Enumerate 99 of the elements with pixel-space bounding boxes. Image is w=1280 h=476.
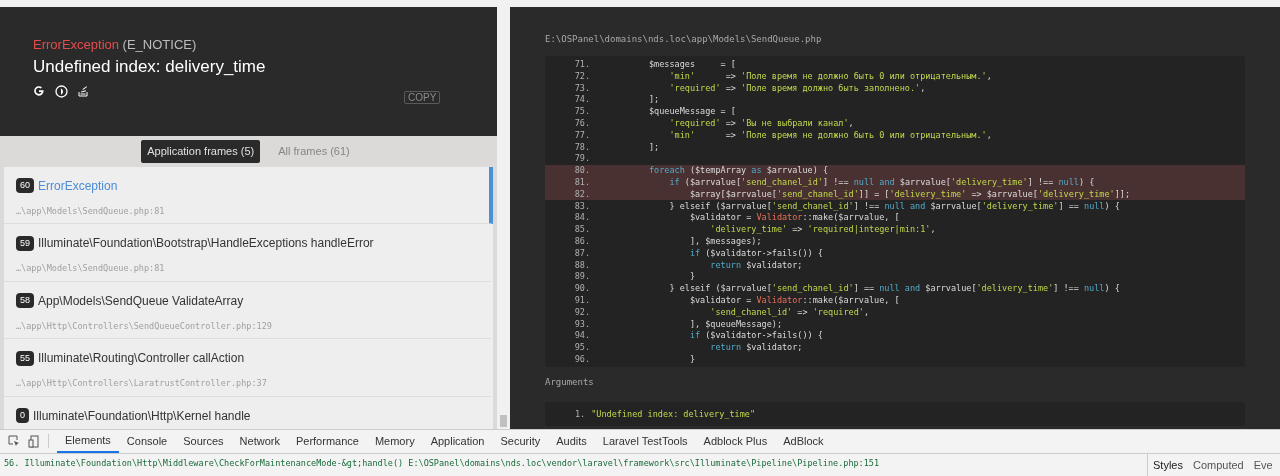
line-number: 93. [573,317,590,331]
frame-name: Illuminate\Foundation\Http\Kernel handle [33,407,251,425]
code-line: if ($arrvalue['send_chanel_id'] !== null and $arrvalue['delivery_time'] !== null) { [668,175,1095,189]
line-number: 88. [573,258,590,272]
code-line: if ($validator->fails()) { [688,246,823,260]
code-line: ]; [647,93,660,107]
code-line: 'min' => 'Поле время не должно быть 0 или отрицательным.', [668,69,992,83]
frame-file: …\app\Http\Controllers\LaratrustController.php:37 [16,377,268,391]
line-number: 85. [573,223,590,236]
devtools-tab[interactable]: Network [231,429,288,454]
devtools-tab[interactable]: Memory [366,429,423,454]
line-number: 72. [573,69,590,83]
line-number: 89. [573,270,590,284]
exception-class: ErrorException [33,36,119,52]
frame-number-badge: 60 [16,178,34,194]
line-number: 73. [573,81,590,95]
devtools-tab[interactable]: Elements [57,429,119,454]
line-number: 92. [573,305,590,319]
devtools-tab[interactable]: Performance [287,429,367,454]
exception-message: Undefined index: delivery_time [33,55,267,78]
devtools-tab[interactable]: Console [118,429,176,454]
code-line: $array[$arrvalue['send_chanel_id']] = ['delivery_time' => $arrvalue['delivery_time']]; [688,187,1131,201]
line-number: 80. [573,164,590,177]
devtools-tab[interactable]: Laravel TestTools [594,429,696,454]
devtools-tab[interactable]: Application [422,429,493,454]
scrollbar[interactable] [500,414,507,427]
line-number: 77. [573,128,590,142]
stack-icon[interactable] [78,85,89,98]
styles-pane-tab[interactable]: Styles [1148,456,1188,474]
code-line: $messages = [ [647,58,736,71]
code-line: 'min' => 'Поле время не должно быть 0 или отрицательным.', [668,128,992,142]
line-number: 78. [573,140,590,154]
frame-number-badge: 59 [16,235,34,251]
code-line: } elseif ($arrvalue['send_chanel_id'] == null and $arrvalue['delivery_time'] !== null) { [668,282,1120,295]
code-line: } [688,352,695,366]
frame-file: …\app\Models\SendQueue.php:81 [16,262,166,276]
stack-frame[interactable]: 55 Illuminate\Routing\Controller callAction …\app\Http\Controllers\LaratrustController.php:37 [4,339,493,397]
code-line: } [688,270,695,284]
code-line: if ($validator->fails()) { [688,329,823,343]
code-line: } elseif ($arrvalue['send_chanel_id'] !== null and $arrvalue['delivery_time'] == null) { [668,199,1120,213]
line-number: 76. [573,116,590,130]
code-line: 'required' => 'Вы не выбрали канал', [668,116,854,130]
frame-file: …\app\Http\Controllers\SendQueueController.php:129 [16,319,273,333]
styles-pane-tab[interactable]: Eve [1248,456,1278,474]
frame-name: ErrorException [38,177,118,195]
code-line: $queueMessage = [ [647,105,736,118]
code-line: $validator = Validator::make($arrvalue, [ [688,293,900,307]
device-icon[interactable] [28,434,40,448]
stack-frame[interactable]: 60 ErrorException …\app\Models\SendQueue.php:81 [4,166,493,225]
code-line: 'required' => 'Поле время должно быть заполнено.', [668,81,926,95]
code-line: 'delivery_time' => 'required|integer|min:1', [709,223,936,236]
line-number: 83. [573,199,590,213]
line-number: 75. [573,105,590,118]
line-number: 79. [573,152,590,166]
stack-frame[interactable]: 59 Illuminate\Foundation\Bootstrap\HandleExceptions handleError …\app\Models\SendQueue.php:81 [4,224,493,282]
devtools-tab[interactable]: Sources [175,429,232,454]
frame-number-badge: 58 [16,293,34,309]
console-line: 56. Illuminate\Foundation\Http\Middleware\CheckForMaintenanceMode-&gt;handle() E:\OSPanel\domains\nds.loc\vendor\laravel\framework\src\Illuminate\Pipeline\Pipeline.php:151 [3,457,881,471]
devtools-tab[interactable]: AdBlock [775,429,832,454]
frame-name: Illuminate\Foundation\Bootstrap\HandleExceptions handleError [38,235,374,253]
line-number: 94. [573,329,590,343]
code-line: ], $queueMessage); [688,317,782,331]
google-icon[interactable] [33,85,45,98]
frame-number-badge: 0 [16,408,29,424]
line-number: 84. [573,211,590,225]
line-number: 90. [573,282,590,295]
code-line: return $validator; [709,258,803,272]
arguments-title: Arguments [545,376,595,390]
line-number: 95. [573,341,590,354]
line-number: 82. [573,187,590,201]
code-line: ], $messages); [688,234,762,248]
stack-frame[interactable]: 58 App\Models\SendQueue ValidateArray …\app\Http\Controllers\SendQueueController.php:129 [4,281,493,340]
line-number: 96. [573,352,590,366]
code-line: ]; [647,140,660,154]
code-line: return $validator; [709,341,803,354]
code-line: 'send_chanel_id' => 'required', [709,305,870,319]
code-line: foreach ($tempArray as $arrvalue) { [647,164,829,177]
argument-value: "Undefined index: delivery_time" [591,407,755,421]
frame-name: App\Models\SendQueue ValidateArray [38,292,244,310]
inspect-icon[interactable] [8,435,20,448]
argument-number: 1. [575,407,586,421]
devtools-tab[interactable]: Adblock Plus [695,429,776,454]
styles-pane-tab[interactable]: Computed [1187,456,1249,474]
file-path: E:\OSPanel\domains\nds.loc\app\Models\SendQueue.php [545,32,823,46]
line-number: 87. [573,246,590,260]
line-number: 71. [573,58,590,71]
code-line: $validator = Validator::make($arrvalue, [ [688,211,900,225]
line-number: 86. [573,234,590,248]
frame-file: …\app\Models\SendQueue.php:81 [16,204,166,218]
exception-type: (E_NOTICE) [122,36,197,52]
line-number: 74. [573,93,590,107]
frames-tab[interactable]: Application frames (5) [141,140,261,163]
frame-number-badge: 55 [16,350,34,366]
devtools-tab[interactable]: Audits [548,429,595,454]
devtools-tab[interactable]: Security [492,429,549,454]
line-number: 91. [573,293,590,307]
frame-name: Illuminate\Routing\Controller callAction [38,350,245,368]
line-number: 81. [573,175,590,189]
copy-button[interactable]: COPY [404,90,441,104]
